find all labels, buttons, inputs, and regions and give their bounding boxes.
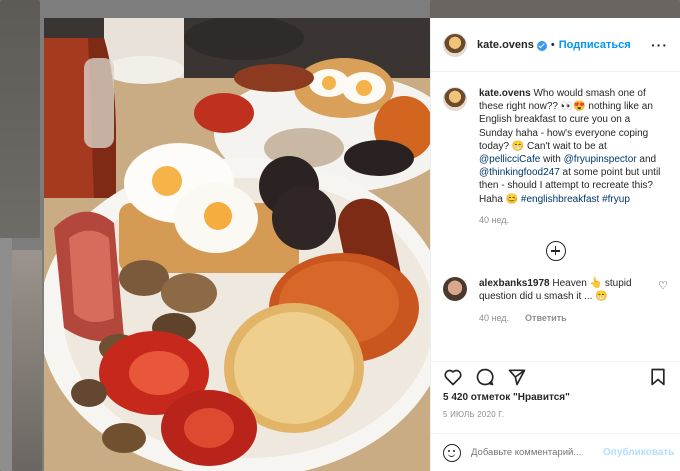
bookmark-icon[interactable] — [648, 367, 668, 387]
comment-meta: 40 нед. Ответить — [479, 313, 668, 323]
breakfast-photo-image — [44, 18, 430, 471]
post-date[interactable]: 5 ИЮЛЬ 2020 Г. — [443, 410, 504, 419]
author-username[interactable]: kate.ovens — [477, 39, 534, 51]
feed-thumbnail[interactable] — [0, 0, 40, 238]
more-options-icon[interactable]: ··· — [651, 37, 668, 53]
follow-button[interactable]: Подписаться — [559, 39, 631, 51]
emoji-icon[interactable] — [443, 443, 461, 462]
caption-part: with — [540, 154, 564, 166]
post-modal: kate.ovens • Подписаться ··· kate.ovens … — [44, 18, 680, 471]
add-comment-bar: Опубликовать — [431, 433, 680, 471]
publish-button[interactable]: Опубликовать — [603, 447, 674, 458]
hashtag-link[interactable]: #englishbreakfast — [521, 194, 599, 205]
comment-input[interactable] — [471, 447, 603, 458]
caption-username[interactable]: kate.ovens — [479, 88, 531, 99]
caption-row: kate.ovens Who would smash one of these … — [443, 87, 668, 227]
dot-separator: • — [550, 38, 555, 51]
load-more-icon[interactable] — [545, 241, 566, 262]
author-avatar[interactable] — [443, 32, 467, 57]
hashtag-link[interactable]: #fryup — [599, 194, 630, 205]
comments-section[interactable]: kate.ovens Who would smash one of these … — [431, 73, 680, 361]
comment-icon[interactable] — [475, 367, 495, 387]
feed-thumbnail[interactable] — [12, 250, 42, 471]
post-photo[interactable] — [44, 18, 430, 471]
caption-timestamp: 40 нед. — [479, 214, 510, 225]
comment-row: alexbanks1978 Heaven 👆 stupid question d… — [443, 277, 668, 303]
caption-part: and — [636, 154, 657, 166]
load-more-wrap — [443, 241, 668, 262]
post-sidebar: kate.ovens • Подписаться ··· kate.ovens … — [430, 18, 680, 471]
caption-text: kate.ovens Who would smash one of these … — [479, 87, 665, 227]
comment-like-heart-icon[interactable]: ♡ — [658, 279, 668, 292]
mention-link[interactable]: @pellicciCafe — [479, 154, 540, 165]
feed-thumbnail[interactable] — [0, 238, 12, 471]
commenter-avatar[interactable] — [443, 277, 467, 302]
caption-avatar[interactable] — [443, 87, 467, 111]
comment-timestamp: 40 нед. — [479, 313, 510, 324]
likes-count[interactable]: 5 420 отметок "Нравится" — [443, 392, 570, 403]
commenter-username[interactable]: alexbanks1978 — [479, 278, 550, 289]
mention-link[interactable]: @fryupinspector — [564, 154, 637, 165]
action-bar — [431, 361, 680, 391]
verified-badge-icon — [536, 40, 547, 51]
heart-icon[interactable] — [443, 367, 463, 387]
share-icon[interactable] — [507, 367, 527, 387]
feed-thumbnail[interactable] — [430, 0, 680, 18]
mention-link[interactable]: @thinkingfood247 — [479, 167, 560, 178]
reply-button[interactable]: Ответить — [525, 313, 567, 323]
post-header: kate.ovens • Подписаться ··· — [431, 18, 680, 72]
comment-text: alexbanks1978 Heaven 👆 stupid question d… — [479, 277, 645, 303]
